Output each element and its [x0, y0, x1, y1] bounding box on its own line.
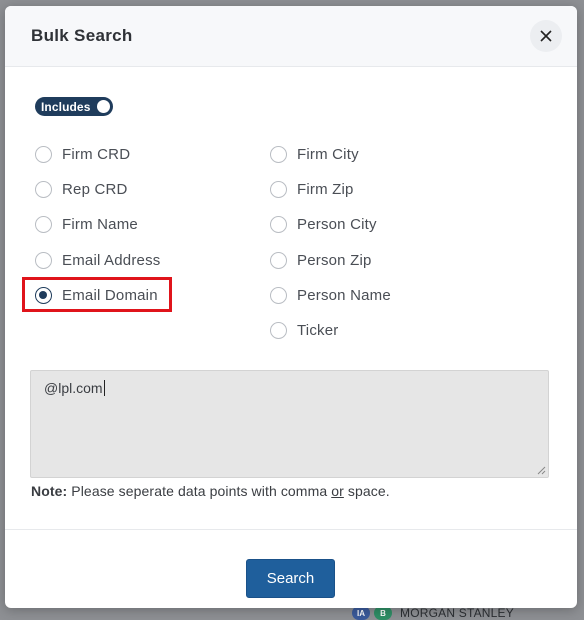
option-label: Firm CRD	[62, 145, 131, 163]
background-firm-name: MORGAN STANLEY	[400, 606, 514, 620]
search-button[interactable]: Search	[246, 559, 335, 598]
toggle-label: Includes	[41, 99, 91, 114]
option-label: Person Zip	[297, 251, 372, 269]
option-label: Person Name	[297, 286, 391, 304]
option-label: Ticker	[297, 321, 339, 339]
option-firm-zip[interactable]: Firm Zip	[270, 178, 354, 200]
option-person-zip[interactable]: Person Zip	[270, 249, 372, 271]
radio-button[interactable]	[35, 251, 52, 269]
textarea-value: @lpl.com	[44, 380, 103, 396]
radio-button[interactable]	[35, 145, 52, 163]
option-label: Email Address	[62, 251, 161, 269]
option-firm-crd[interactable]: Firm CRD	[35, 143, 130, 165]
modal-header: Bulk Search	[5, 6, 577, 67]
b-badge: B	[374, 606, 392, 620]
option-firm-city[interactable]: Firm City	[270, 143, 359, 165]
highlight-box	[22, 277, 172, 312]
option-label: Firm City	[297, 145, 359, 163]
resize-grip-icon[interactable]	[537, 466, 546, 475]
modal-title: Bulk Search	[31, 26, 133, 45]
radio-button[interactable]	[35, 180, 52, 198]
toggle-knob	[97, 100, 110, 113]
close-icon	[540, 30, 552, 42]
radio-button[interactable]	[270, 321, 287, 339]
footer-divider	[5, 529, 577, 530]
option-firm-name[interactable]: Firm Name	[35, 213, 138, 235]
radio-button[interactable]	[270, 251, 287, 269]
option-person-name[interactable]: Person Name	[270, 284, 391, 306]
option-label: Firm Zip	[297, 180, 354, 198]
text-caret	[103, 380, 105, 396]
option-label: Person City	[297, 215, 377, 233]
radio-button[interactable]	[270, 286, 287, 304]
option-rep-crd[interactable]: Rep CRD	[35, 178, 128, 200]
note-label: Note:	[31, 483, 68, 499]
radio-button[interactable]	[270, 145, 287, 163]
option-label: Rep CRD	[62, 180, 128, 198]
note-end: space.	[347, 483, 390, 499]
option-ticker[interactable]: Ticker	[270, 319, 338, 341]
background-firm-row: IA B MORGAN STANLEY	[352, 606, 514, 620]
ia-badge: IA	[352, 606, 370, 620]
option-person-city[interactable]: Person City	[270, 213, 377, 235]
includes-toggle[interactable]: Includes	[35, 97, 113, 116]
note-text: Note: Please seperate data points with c…	[31, 483, 390, 499]
radio-button[interactable]	[270, 215, 287, 233]
option-email-address[interactable]: Email Address	[35, 249, 160, 271]
note-body: Please seperate data points with comma	[71, 483, 328, 499]
bulk-search-modal: Bulk Search Includes Firm CRD Rep CRD Fi…	[5, 6, 577, 608]
radio-button[interactable]	[270, 180, 287, 198]
radio-button[interactable]	[35, 215, 52, 233]
bulk-search-textarea[interactable]: @lpl.com	[30, 370, 549, 478]
note-or: or	[331, 483, 344, 499]
close-button[interactable]	[530, 20, 562, 52]
option-label: Firm Name	[62, 215, 138, 233]
